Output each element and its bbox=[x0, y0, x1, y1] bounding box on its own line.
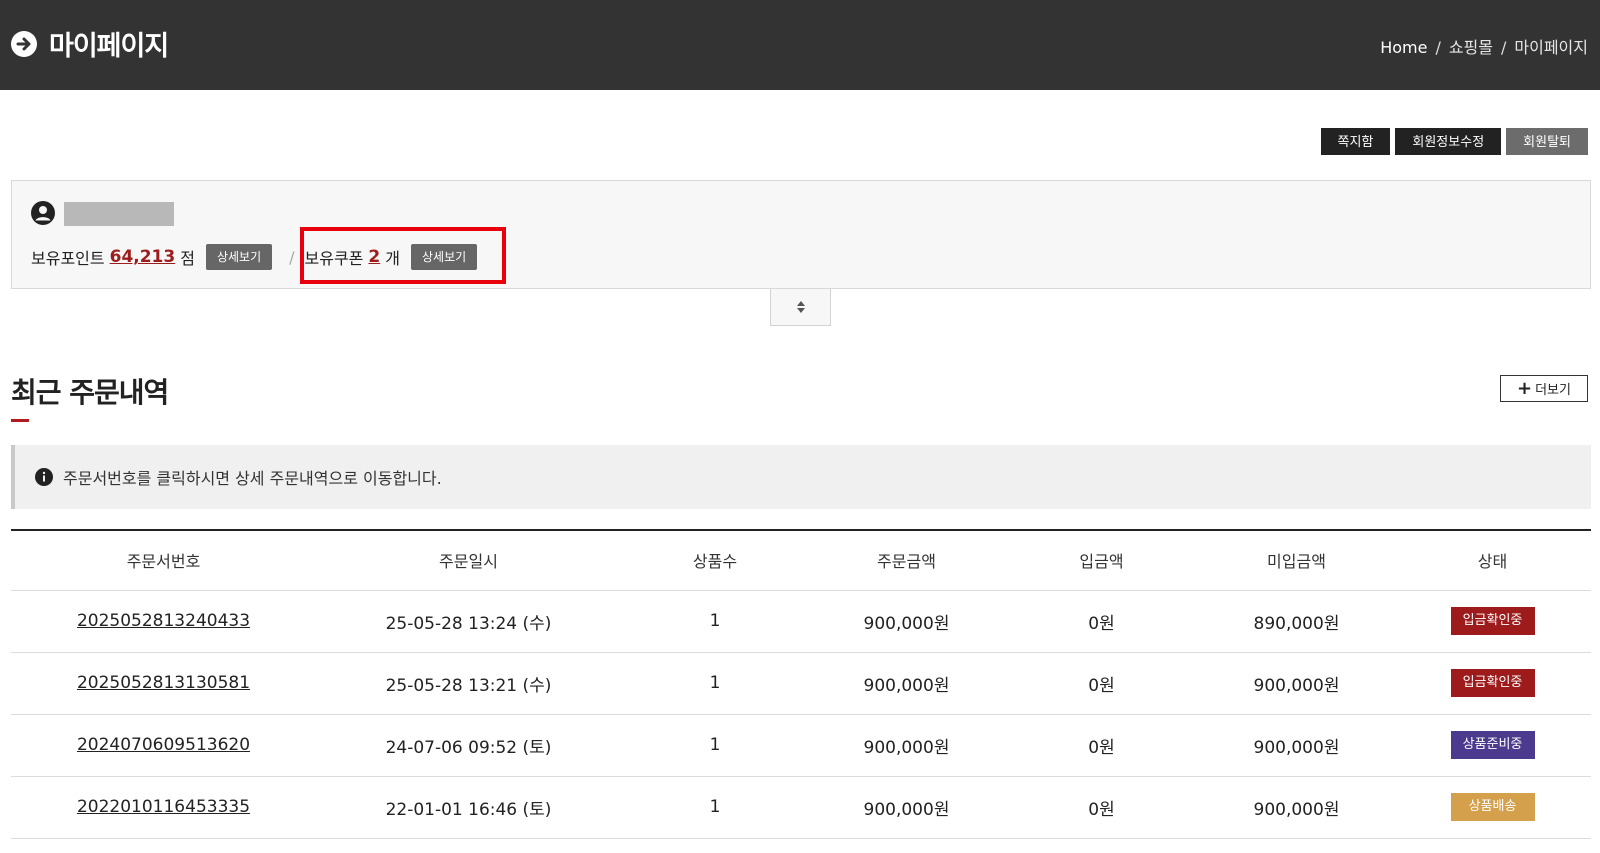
item-count: 1 bbox=[621, 590, 809, 653]
points-label: 보유포인트 bbox=[31, 249, 105, 268]
status-badge: 입금확인중 bbox=[1450, 607, 1535, 635]
column-header: 주문서번호 bbox=[11, 530, 316, 591]
points-detail-button[interactable]: 상세보기 bbox=[205, 244, 273, 270]
column-header: 입금액 bbox=[1004, 530, 1199, 591]
unpaid-amount: 900,000원 bbox=[1199, 776, 1394, 839]
order-amount: 900,000원 bbox=[809, 652, 1004, 715]
account-actions: 쪽지함 회원정보수정 회원탈퇴 bbox=[1320, 128, 1588, 155]
coupon-highlight-box bbox=[300, 227, 506, 284]
info-icon bbox=[35, 468, 53, 486]
order-date: 25-05-28 13:21 (수) bbox=[316, 652, 621, 715]
breadcrumb: Home / 쇼핑몰 / 마이페이지 bbox=[1380, 38, 1588, 57]
breadcrumb-home[interactable]: Home bbox=[1380, 38, 1427, 57]
status-badge: 입금확인중 bbox=[1450, 669, 1535, 697]
user-circle-icon bbox=[31, 201, 55, 225]
order-number-link[interactable]: 2024070609513620 bbox=[77, 735, 250, 755]
order-number-link[interactable]: 2025052813130581 bbox=[77, 673, 250, 693]
status-badge: 상품배송 bbox=[1450, 793, 1535, 821]
points-unit: 점 bbox=[180, 249, 195, 268]
recent-orders-title: 최근 주문내역 bbox=[11, 376, 169, 409]
paid-amount: 0원 bbox=[1004, 590, 1199, 653]
divider: / bbox=[289, 247, 295, 267]
item-count: 1 bbox=[621, 776, 809, 839]
column-header: 주문금액 bbox=[809, 530, 1004, 591]
column-header: 주문일시 bbox=[316, 530, 621, 591]
table-row: 2025052813240433 25-05-28 13:24 (수) 1 90… bbox=[11, 590, 1591, 653]
breadcrumb-mypage: 마이페이지 bbox=[1514, 38, 1588, 57]
breadcrumb-shop[interactable]: 쇼핑몰 bbox=[1449, 38, 1493, 57]
collapse-toggle-button[interactable] bbox=[770, 289, 831, 326]
notice-text: 주문서번호를 클릭하시면 상세 주문내역으로 이동합니다. bbox=[63, 469, 442, 488]
unpaid-amount: 900,000원 bbox=[1199, 652, 1394, 715]
points-value[interactable]: 64,213 bbox=[110, 247, 176, 267]
status-badge: 상품준비중 bbox=[1450, 731, 1535, 759]
order-date: 25-05-28 13:24 (수) bbox=[316, 590, 621, 653]
table-header-row: 주문서번호 주문일시 상품수 주문금액 입금액 미입금액 상태 bbox=[11, 530, 1591, 591]
more-button[interactable]: + 더보기 bbox=[1500, 375, 1588, 402]
item-count: 1 bbox=[621, 652, 809, 715]
table-row: 2025052813130581 25-05-28 13:21 (수) 1 90… bbox=[11, 652, 1591, 715]
message-box-button[interactable]: 쪽지함 bbox=[1320, 128, 1391, 155]
order-date: 24-07-06 09:52 (토) bbox=[316, 714, 621, 777]
unpaid-amount: 900,000원 bbox=[1199, 714, 1394, 777]
order-amount: 900,000원 bbox=[809, 776, 1004, 839]
plus-icon: + bbox=[1517, 377, 1533, 399]
sort-arrows-icon bbox=[796, 301, 805, 313]
page-header: 마이페이지 Home / 쇼핑몰 / 마이페이지 bbox=[0, 0, 1600, 90]
unpaid-amount: 890,000원 bbox=[1199, 590, 1394, 653]
more-button-label: 더보기 bbox=[1535, 383, 1571, 398]
arrow-right-circle-icon bbox=[11, 31, 37, 57]
withdraw-button[interactable]: 회원탈퇴 bbox=[1506, 128, 1588, 155]
page-title: 마이페이지 bbox=[49, 31, 169, 62]
order-amount: 900,000원 bbox=[809, 714, 1004, 777]
profile-summary: 보유포인트 64,213 점 상세보기 / 보유쿠폰 2 개 상세보기 bbox=[11, 180, 1591, 289]
title-underline bbox=[11, 419, 29, 422]
paid-amount: 0원 bbox=[1004, 776, 1199, 839]
orders-table: 주문서번호 주문일시 상품수 주문금액 입금액 미입금액 상태 20250528… bbox=[11, 529, 1591, 839]
edit-profile-button[interactable]: 회원정보수정 bbox=[1395, 128, 1502, 155]
item-count: 1 bbox=[621, 714, 809, 777]
order-number-link[interactable]: 2025052813240433 bbox=[77, 611, 250, 631]
username-redacted bbox=[64, 202, 174, 226]
order-amount: 900,000원 bbox=[809, 590, 1004, 653]
order-date: 22-01-01 16:46 (토) bbox=[316, 776, 621, 839]
paid-amount: 0원 bbox=[1004, 714, 1199, 777]
column-header: 상태 bbox=[1394, 530, 1591, 591]
table-row: 2022010116453335 22-01-01 16:46 (토) 1 90… bbox=[11, 776, 1591, 839]
column-header: 상품수 bbox=[621, 530, 809, 591]
table-row: 2024070609513620 24-07-06 09:52 (토) 1 90… bbox=[11, 714, 1591, 777]
info-notice: 주문서번호를 클릭하시면 상세 주문내역으로 이동합니다. bbox=[11, 445, 1591, 509]
column-header: 미입금액 bbox=[1199, 530, 1394, 591]
paid-amount: 0원 bbox=[1004, 652, 1199, 715]
order-number-link[interactable]: 2022010116453335 bbox=[77, 797, 250, 817]
